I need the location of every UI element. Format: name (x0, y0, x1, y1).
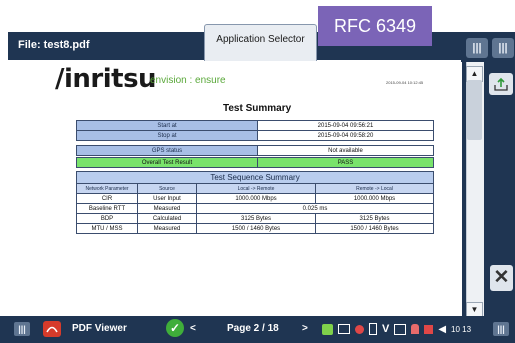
gps-table: GPS status Not available (76, 145, 434, 156)
remote-local-cell: 1500 / 1460 Bytes (315, 223, 434, 234)
pdf-icon (43, 321, 61, 337)
sequence-table: Test Sequence Summary Network Parameter … (76, 171, 434, 234)
local-remote-cell: 1000.000 Mbps (196, 193, 316, 204)
file-title: File: test8.pdf (18, 39, 90, 51)
gps-label: GPS status (76, 145, 258, 156)
stop-label: Stop at (76, 130, 258, 141)
param-cell: CIR (76, 193, 138, 204)
scroll-thumb[interactable] (467, 80, 482, 140)
summary-table: Start at 2015-09-04 09:56:21 Stop at 201… (76, 120, 434, 141)
source-cell: Calculated (137, 213, 197, 224)
export-button[interactable] (489, 73, 513, 95)
image-icon (394, 323, 407, 335)
stop-value: 2015-09-04 09:58:20 (257, 130, 434, 141)
monitor-icon (338, 324, 350, 334)
anritsu-logo: /inritsu (55, 64, 157, 94)
next-page-button[interactable]: > (302, 323, 308, 334)
close-button[interactable]: ✕ (490, 265, 513, 291)
table-row: Test Sequence Summary (76, 171, 434, 184)
previous-page-button[interactable]: < (190, 323, 196, 334)
report-title: Test Summary (223, 103, 292, 114)
table-row: Stop at 2015-09-04 09:58:20 (76, 130, 434, 141)
table-row: Baseline RTT Measured 0.025 ms (76, 203, 434, 214)
pdf-viewer-app-icon[interactable] (42, 320, 62, 343)
left-panel-handle[interactable]: ||| (466, 38, 488, 58)
table-row: MTU / MSS Measured 1500 / 1460 Bytes 150… (76, 223, 434, 234)
battery-icon (369, 323, 377, 335)
check-icon[interactable]: ✓ (166, 319, 184, 337)
logo-tagline: envision : ensure (150, 75, 226, 86)
column-header: Network Parameter (76, 183, 138, 194)
param-cell: Baseline RTT (76, 203, 138, 214)
pdf-viewer-screen: File: test8.pdf Application Selector RFC… (0, 0, 515, 343)
column-header: Local -> Remote (196, 183, 316, 194)
v-icon: V (382, 323, 390, 335)
table-row: GPS status Not available (76, 145, 434, 156)
hardware-icon (322, 323, 333, 335)
table-row: Overall Test Result PASS (76, 157, 434, 168)
source-cell: Measured (137, 203, 197, 214)
network-icon (424, 324, 434, 334)
param-cell: BDP (76, 213, 138, 224)
application-selector-tab[interactable]: Application Selector (204, 24, 317, 61)
rfc-6349-badge: RFC 6349 (318, 6, 432, 46)
system-tray: V ◀ 10 13 (322, 320, 471, 338)
sequence-title: Test Sequence Summary (76, 171, 434, 184)
table-row: Network Parameter Source Local -> Remote… (76, 183, 434, 194)
table-row: BDP Calculated 3125 Bytes 3125 Bytes (76, 213, 434, 224)
table-row: CIR User Input 1000.000 Mbps 1000.000 Mb… (76, 193, 434, 204)
report-timestamp: 2015-09-04 10:12:45 (386, 80, 424, 85)
page-indicator: Page 2 / 18 (227, 323, 279, 334)
rtt-value-cell: 0.025 ms (196, 203, 434, 214)
bottom-right-handle[interactable]: ||| (493, 322, 509, 336)
overall-result-label: Overall Test Result (76, 157, 258, 168)
gps-icon (355, 324, 364, 334)
start-value: 2015-09-04 09:56:21 (257, 120, 434, 131)
remote-local-cell: 3125 Bytes (315, 213, 434, 224)
source-cell: Measured (137, 223, 197, 234)
source-cell: User Input (137, 193, 197, 204)
speaker-icon: ◀ (438, 323, 447, 335)
export-icon (494, 77, 508, 91)
right-panel-handle[interactable]: ||| (492, 38, 514, 58)
start-label: Start at (76, 120, 258, 131)
person-icon (411, 324, 420, 334)
table-row: Start at 2015-09-04 09:56:21 (76, 120, 434, 131)
gps-value: Not available (257, 145, 434, 156)
clock: 10 13 (451, 324, 472, 334)
overall-result-table: Overall Test Result PASS (76, 157, 434, 168)
bottom-left-handle[interactable]: ||| (14, 322, 30, 336)
column-header: Remote -> Local (315, 183, 434, 194)
remote-local-cell: 1000.000 Mbps (315, 193, 434, 204)
app-name-label: PDF Viewer (72, 323, 127, 334)
column-header: Source (137, 183, 197, 194)
local-remote-cell: 3125 Bytes (196, 213, 316, 224)
param-cell: MTU / MSS (76, 223, 138, 234)
overall-result-value: PASS (257, 157, 434, 168)
local-remote-cell: 1500 / 1460 Bytes (196, 223, 316, 234)
